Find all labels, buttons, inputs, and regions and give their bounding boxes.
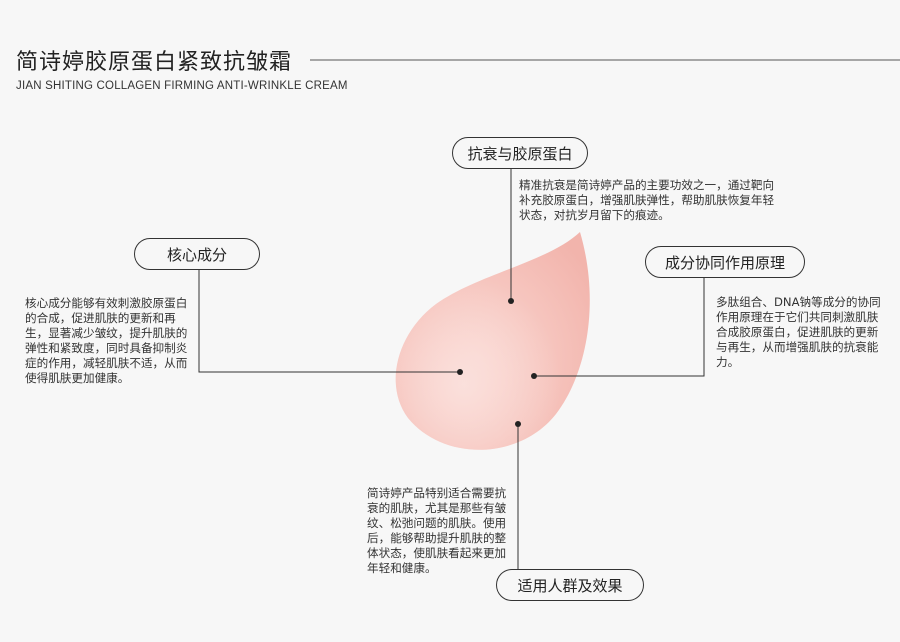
label-anti-aging: 抗衰与胶原蛋白 (452, 137, 588, 169)
dot-target-users (515, 421, 521, 427)
text-core-ingredients: 核心成分能够有效刺激胶原蛋白的合成，促进肌肤的更新和再生，显著减少皱纹，提升肌肤… (25, 296, 188, 385)
label-core-ingredients: 核心成分 (134, 238, 260, 270)
dot-core-ingredients (457, 369, 463, 375)
cream-drop-highlight (395, 232, 590, 450)
text-synergy: 多肽组合、DNA钠等成分的协同作用原理在于它们共同刺激肌肤合成胶原蛋白，促进肌肤… (716, 295, 881, 369)
text-target-users: 简诗婷产品特别适合需要抗衰的肌肤，尤其是那些有皱纹、松弛问题的肌肤。使用后，能够… (367, 486, 507, 575)
label-synergy: 成分协同作用原理 (645, 246, 805, 278)
label-target-users: 适用人群及效果 (496, 569, 644, 601)
dot-anti-aging (508, 298, 514, 304)
dot-synergy (531, 373, 537, 379)
text-anti-aging: 精准抗衰是简诗婷产品的主要功效之一，通过靶向补充胶原蛋白，增强肌肤弹性，帮助肌肤… (519, 178, 775, 222)
